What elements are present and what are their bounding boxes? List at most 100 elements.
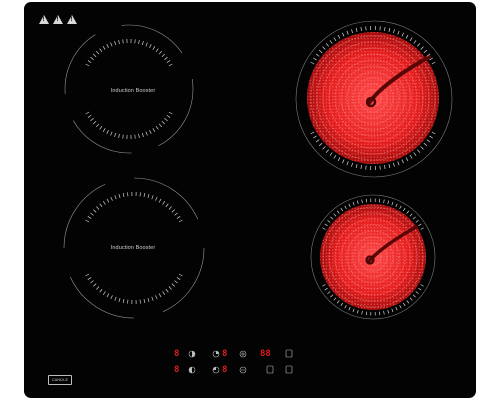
cooktop-glass-panel: Induction Booster Induction Booster 8 8 … bbox=[24, 2, 476, 398]
tick-mark bbox=[161, 120, 165, 125]
tick-mark bbox=[176, 277, 181, 280]
tick-mark bbox=[168, 206, 172, 210]
tick-mark bbox=[118, 193, 121, 198]
tick-mark bbox=[423, 49, 428, 54]
tick-mark bbox=[384, 164, 386, 170]
zone-top-left-label: Induction Booster bbox=[110, 88, 156, 94]
tick-mark bbox=[412, 294, 416, 298]
tick-mark bbox=[134, 39, 136, 44]
tick-mark bbox=[310, 131, 315, 135]
tick-mark bbox=[90, 118, 94, 122]
zone-top-right[interactable] bbox=[295, 20, 453, 178]
tick-mark bbox=[164, 56, 168, 60]
tick-mark bbox=[155, 196, 158, 201]
tick-mark bbox=[322, 227, 326, 230]
tick-mark bbox=[361, 199, 363, 204]
tick-mark bbox=[168, 63, 173, 67]
tick-mark bbox=[409, 297, 413, 301]
tick-mark bbox=[327, 291, 331, 294]
tick-mark bbox=[114, 132, 117, 137]
tick-mark bbox=[158, 50, 162, 55]
tick-mark bbox=[409, 154, 413, 159]
tick-mark bbox=[134, 134, 136, 139]
tick-mark bbox=[122, 39, 124, 44]
tick-mark bbox=[122, 298, 125, 304]
tick-mark bbox=[413, 40, 417, 44]
tick-mark bbox=[356, 309, 359, 314]
tick-mark bbox=[322, 46, 326, 50]
tick-mark bbox=[417, 43, 421, 47]
tick-mark bbox=[426, 139, 431, 143]
tick-mark bbox=[344, 205, 347, 210]
tick-mark bbox=[310, 61, 315, 65]
tick-mark bbox=[355, 27, 358, 32]
tick-mark bbox=[383, 199, 385, 204]
tick-mark bbox=[93, 53, 97, 58]
tick-mark bbox=[401, 32, 404, 37]
tick-mark bbox=[387, 309, 390, 314]
tick-mark bbox=[93, 120, 97, 125]
tick-mark bbox=[145, 42, 148, 47]
tick-mark bbox=[406, 300, 410, 304]
tick-mark bbox=[399, 304, 402, 309]
tick-mark bbox=[102, 46, 106, 50]
warning-triangle-icon bbox=[67, 15, 77, 24]
warning-triangle-icon bbox=[53, 15, 63, 24]
tick-mark bbox=[85, 63, 90, 67]
tick-mark bbox=[90, 212, 94, 216]
tick-mark bbox=[118, 133, 120, 138]
tick-mark bbox=[85, 111, 90, 115]
display-zone-3: 8 bbox=[222, 349, 228, 359]
tick-mark bbox=[360, 26, 362, 32]
tick-mark bbox=[431, 131, 436, 135]
tick-mark bbox=[155, 295, 158, 300]
tick-mark bbox=[90, 280, 94, 284]
tick-mark bbox=[325, 43, 329, 47]
lock-icon[interactable] bbox=[285, 349, 293, 358]
tick-mark bbox=[141, 132, 144, 137]
tick-mark bbox=[324, 287, 328, 291]
tick-mark bbox=[102, 128, 106, 132]
key-icon[interactable] bbox=[266, 365, 274, 374]
tick-mark bbox=[87, 277, 92, 280]
tick-mark bbox=[162, 291, 166, 295]
tick-mark bbox=[388, 164, 391, 169]
tick-mark bbox=[397, 161, 400, 166]
tick-mark bbox=[149, 44, 152, 48]
tick-mark bbox=[318, 142, 323, 147]
tick-mark bbox=[393, 29, 395, 34]
tick-mark bbox=[388, 27, 391, 32]
tick-mark bbox=[155, 126, 159, 130]
tick-mark bbox=[93, 209, 97, 213]
tick-mark bbox=[337, 157, 341, 162]
zone-bottom-right[interactable] bbox=[310, 194, 436, 320]
tick-mark bbox=[384, 26, 386, 32]
tick-mark bbox=[351, 29, 353, 34]
tick-mark bbox=[420, 46, 424, 50]
tick-mark bbox=[409, 37, 413, 42]
tick-mark bbox=[429, 135, 433, 139]
tick-mark bbox=[329, 40, 333, 44]
tick-mark bbox=[340, 207, 344, 212]
tick-mark bbox=[122, 192, 125, 198]
tick-mark bbox=[330, 294, 334, 298]
tick-mark bbox=[106, 198, 110, 203]
tick-mark bbox=[110, 196, 113, 201]
tick-mark bbox=[391, 308, 394, 313]
tick-mark bbox=[406, 210, 410, 214]
display-zone-2: 8 bbox=[174, 365, 180, 375]
tick-mark bbox=[324, 223, 328, 227]
tick-mark bbox=[145, 131, 148, 136]
tick-mark bbox=[415, 291, 419, 294]
tick-mark bbox=[412, 216, 416, 220]
tick-mark bbox=[106, 293, 110, 298]
tick-mark bbox=[313, 57, 317, 61]
power-icon[interactable] bbox=[285, 365, 293, 374]
tick-mark bbox=[102, 201, 106, 205]
timer-icon-fill bbox=[216, 351, 219, 354]
display-zone-1: 8 bbox=[174, 349, 180, 359]
tick-mark bbox=[99, 203, 103, 208]
tick-mark bbox=[164, 118, 168, 122]
timer-icon-fill bbox=[213, 367, 216, 370]
tick-mark bbox=[176, 216, 181, 219]
